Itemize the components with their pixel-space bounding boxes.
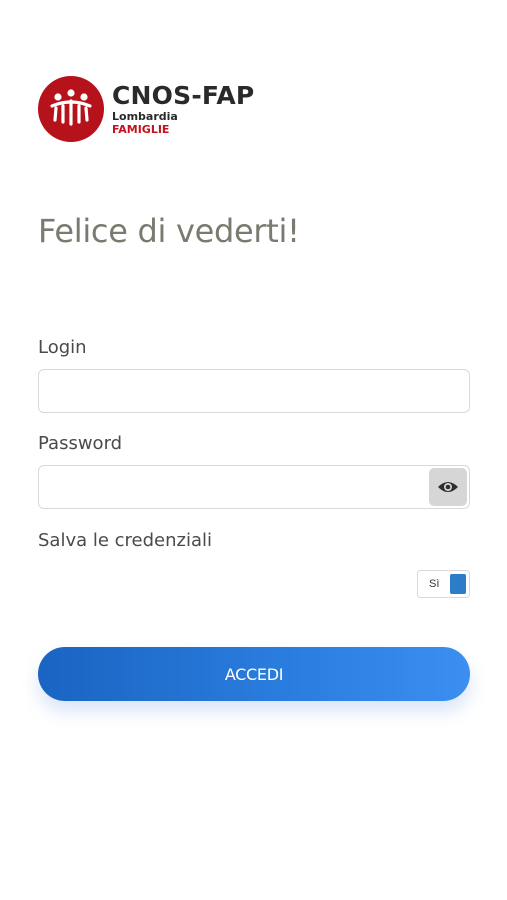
toggle-state-label: Sì [429, 578, 440, 590]
password-input[interactable] [39, 466, 429, 508]
login-input[interactable] [38, 369, 470, 413]
password-label: Password [38, 433, 123, 454]
login-label: Login [38, 337, 87, 358]
login-button[interactable]: ACCEDI [38, 647, 470, 701]
logo: CNOS-FAP Lombardia FAMIGLIE [38, 76, 254, 142]
logo-subtitle: FAMIGLIE [112, 123, 170, 136]
logo-region: Lombardia [112, 110, 178, 123]
save-credentials-toggle[interactable]: Sì [417, 570, 470, 598]
page-title: Felice di vederti! [38, 212, 300, 250]
toggle-knob [450, 574, 466, 594]
eye-icon [438, 482, 458, 492]
logo-emblem-icon [38, 76, 104, 142]
save-credentials-label: Salva le credenziali [38, 530, 213, 551]
logo-brand: CNOS-FAP [112, 81, 255, 110]
password-field [38, 465, 470, 509]
logo-text: CNOS-FAP Lombardia FAMIGLIE [112, 81, 255, 137]
show-password-button[interactable] [429, 468, 467, 506]
login-screen: CNOS-FAP Lombardia FAMIGLIE Felice di ve… [0, 0, 507, 900]
